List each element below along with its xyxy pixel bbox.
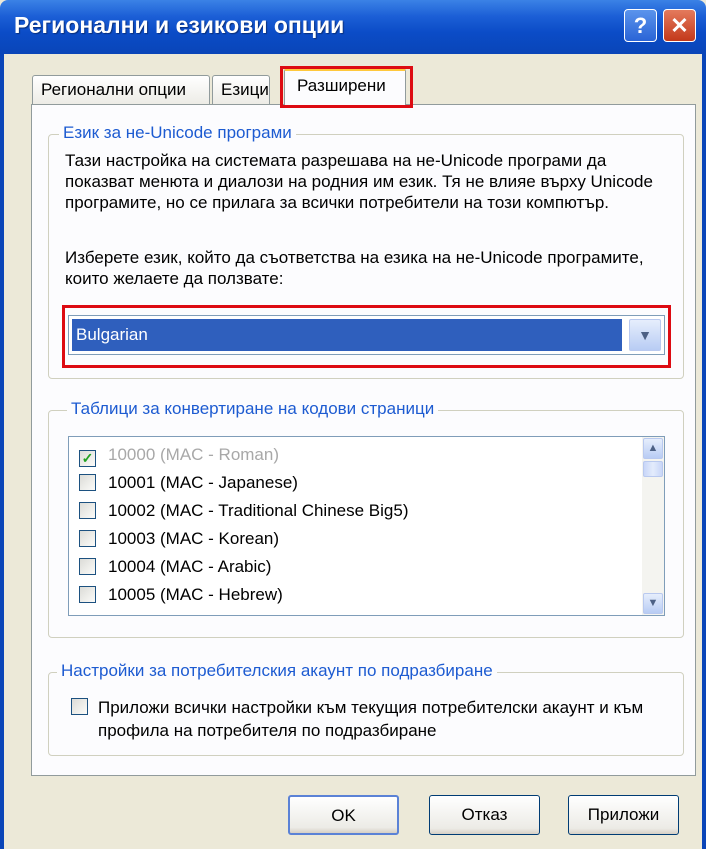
- non-unicode-language-select[interactable]: Bulgarian ▼: [68, 315, 665, 355]
- checkbox-checked[interactable]: ✓: [79, 450, 96, 467]
- non-unicode-description: Тази настройка на системата разрешава на…: [65, 151, 653, 212]
- list-item[interactable]: ✓ 10000 (MAC - Roman): [79, 441, 279, 469]
- list-item-label: 10002 (MAC - Traditional Chinese Big5): [108, 501, 409, 520]
- checkbox[interactable]: [79, 474, 96, 491]
- language-prompt: Изберете език, който да съответства на е…: [65, 248, 644, 288]
- title-bar[interactable]: Регионални и езикови опции ? ✕: [0, 0, 706, 54]
- apply-to-default-checkbox[interactable]: [71, 698, 88, 715]
- window-title: Регионални и езикови опции: [14, 12, 345, 38]
- tab-advanced[interactable]: Разширени: [284, 68, 406, 107]
- chevron-down-icon[interactable]: ▼: [629, 319, 661, 351]
- checkbox[interactable]: [79, 586, 96, 603]
- default-account-legend: Настройки за потребителския акаунт по по…: [57, 661, 497, 681]
- close-button[interactable]: ✕: [663, 9, 696, 42]
- checkbox[interactable]: [79, 502, 96, 519]
- list-item[interactable]: 10002 (MAC - Traditional Chinese Big5): [79, 497, 408, 525]
- scroll-up-icon[interactable]: ▲: [643, 438, 663, 459]
- list-item-label: 10004 (MAC - Arabic): [108, 557, 272, 576]
- cancel-button[interactable]: Отказ: [429, 795, 540, 835]
- apply-button[interactable]: Приложи: [568, 795, 679, 835]
- list-item-label: 10000 (MAC - Roman): [108, 445, 280, 464]
- window-frame-left: [0, 54, 4, 849]
- list-item-label: 10003 (MAC - Korean): [108, 529, 280, 548]
- list-item-label: 10005 (MAC - Hebrew): [108, 585, 283, 604]
- window-frame-right: [702, 54, 706, 849]
- help-button[interactable]: ?: [624, 9, 657, 42]
- list-item[interactable]: 10001 (MAC - Japanese): [79, 469, 298, 497]
- list-item[interactable]: 10004 (MAC - Arabic): [79, 553, 271, 581]
- scroll-thumb[interactable]: [643, 461, 663, 477]
- vertical-scrollbar[interactable]: ▲ ▼: [642, 437, 664, 615]
- code-pages-legend: Таблици за конвертиране на кодови страни…: [67, 399, 439, 419]
- list-item[interactable]: 10005 (MAC - Hebrew): [79, 581, 283, 609]
- checkbox[interactable]: [79, 558, 96, 575]
- non-unicode-legend: Език за не-Unicode програми: [59, 123, 296, 143]
- checkbox[interactable]: [79, 530, 96, 547]
- code-pages-list[interactable]: ✓ 10000 (MAC - Roman) 10001 (MAC - Japane…: [68, 436, 665, 616]
- regional-options-dialog: Регионални и езикови опции ? ✕ Регионалн…: [0, 0, 706, 849]
- ok-button[interactable]: OK: [288, 795, 399, 835]
- apply-to-default-label: Приложи всички настройки към текущия пот…: [98, 698, 644, 740]
- default-account-group: Настройки за потребителския акаунт по по…: [48, 661, 684, 756]
- list-item-label: 10001 (MAC - Japanese): [108, 473, 298, 492]
- list-item[interactable]: 10003 (MAC - Korean): [79, 525, 279, 553]
- scroll-down-icon[interactable]: ▼: [643, 593, 663, 614]
- tab-regional-options[interactable]: Регионални опции: [32, 75, 210, 105]
- tab-languages[interactable]: Езици: [212, 75, 270, 105]
- selected-language: Bulgarian: [72, 319, 622, 351]
